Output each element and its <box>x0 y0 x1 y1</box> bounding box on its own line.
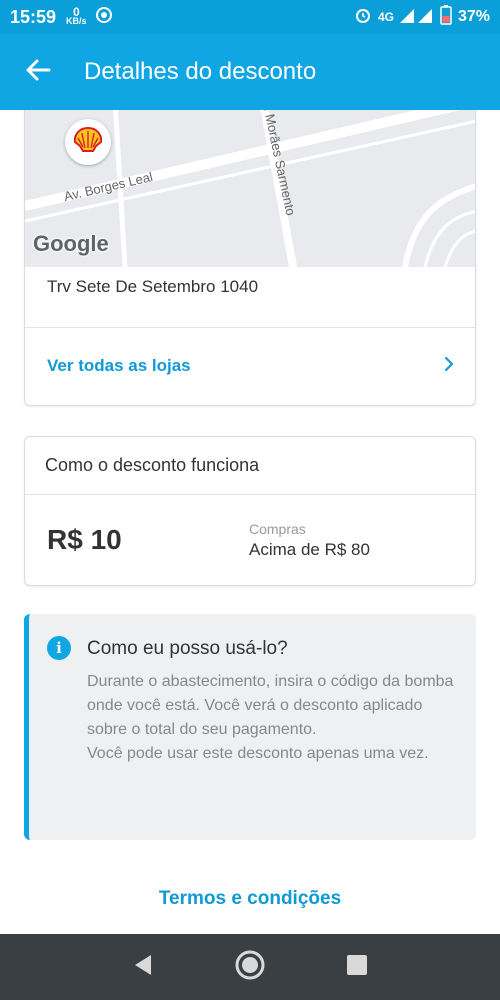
status-right: 4G 37% <box>354 4 490 30</box>
requirement-value: Acima de R$ 80 <box>249 539 370 559</box>
info-icon: i <box>47 636 71 660</box>
nav-home-button[interactable] <box>230 947 270 987</box>
chevron-right-icon <box>443 356 455 377</box>
sync-icon <box>95 6 113 29</box>
discount-rules-title: Como o desconto funciona <box>25 437 475 495</box>
discount-rules-card: Como o desconto funciona R$ 10 Compras A… <box>24 436 476 586</box>
app-bar: Detalhes do desconto <box>0 34 500 110</box>
network-speed-unit: KB/s <box>66 16 87 26</box>
battery-icon <box>440 4 452 30</box>
see-all-stores-link[interactable]: Ver todas as lojas <box>25 328 475 404</box>
store-map[interactable]: Av. Borges Leal v. Morães Sarmento Googl… <box>25 110 475 267</box>
usage-info-box: i Como eu posso usá-lo? Durante o abaste… <box>24 614 476 840</box>
nav-recents-button[interactable] <box>337 947 377 987</box>
square-recents-icon <box>346 954 368 981</box>
usage-info-title: Como eu posso usá-lo? <box>87 638 288 659</box>
content: Av. Borges Leal v. Morães Sarmento Googl… <box>0 110 500 934</box>
network-speed: 0 KB/s <box>66 6 87 26</box>
see-all-stores-label: Ver todas as lojas <box>47 356 191 375</box>
status-time: 15:59 <box>10 6 57 27</box>
battery-percent: 37% <box>457 8 490 25</box>
discount-requirement: Compras Acima de R$ 80 <box>249 521 370 560</box>
nav-back-button[interactable] <box>123 947 163 987</box>
map-marker[interactable] <box>65 119 111 165</box>
usage-info-line: Você pode usar este desconto apenas uma … <box>87 745 429 762</box>
discount-value: R$ 10 <box>47 524 122 555</box>
shell-logo-icon <box>73 126 103 158</box>
store-card: Av. Borges Leal v. Morães Sarmento Googl… <box>24 110 476 406</box>
store-address: Trv Sete De Setembro 1040 <box>47 277 259 296</box>
network-type: 4G <box>377 10 394 24</box>
page-title: Detalhes do desconto <box>84 58 317 85</box>
status-bar: 15:59 0 KB/s 4G 37% <box>0 0 500 34</box>
signal-icon <box>399 7 434 28</box>
triangle-back-icon <box>133 954 153 981</box>
usage-info-line: Durante o abastecimento, insira o código… <box>87 673 454 738</box>
google-logo: Google <box>33 231 109 256</box>
usage-info-text: Durante o abastecimento, insira o código… <box>87 670 457 766</box>
system-nav-bar <box>0 934 500 1000</box>
arrow-left-icon <box>25 57 51 88</box>
terms-link[interactable]: Termos e condições <box>0 888 500 910</box>
discount-rules-body: R$ 10 Compras Acima de R$ 80 <box>25 495 475 585</box>
requirement-label: Compras <box>249 520 306 537</box>
alarm-icon <box>354 6 372 29</box>
circle-home-icon <box>234 949 266 986</box>
back-button[interactable] <box>0 34 76 110</box>
